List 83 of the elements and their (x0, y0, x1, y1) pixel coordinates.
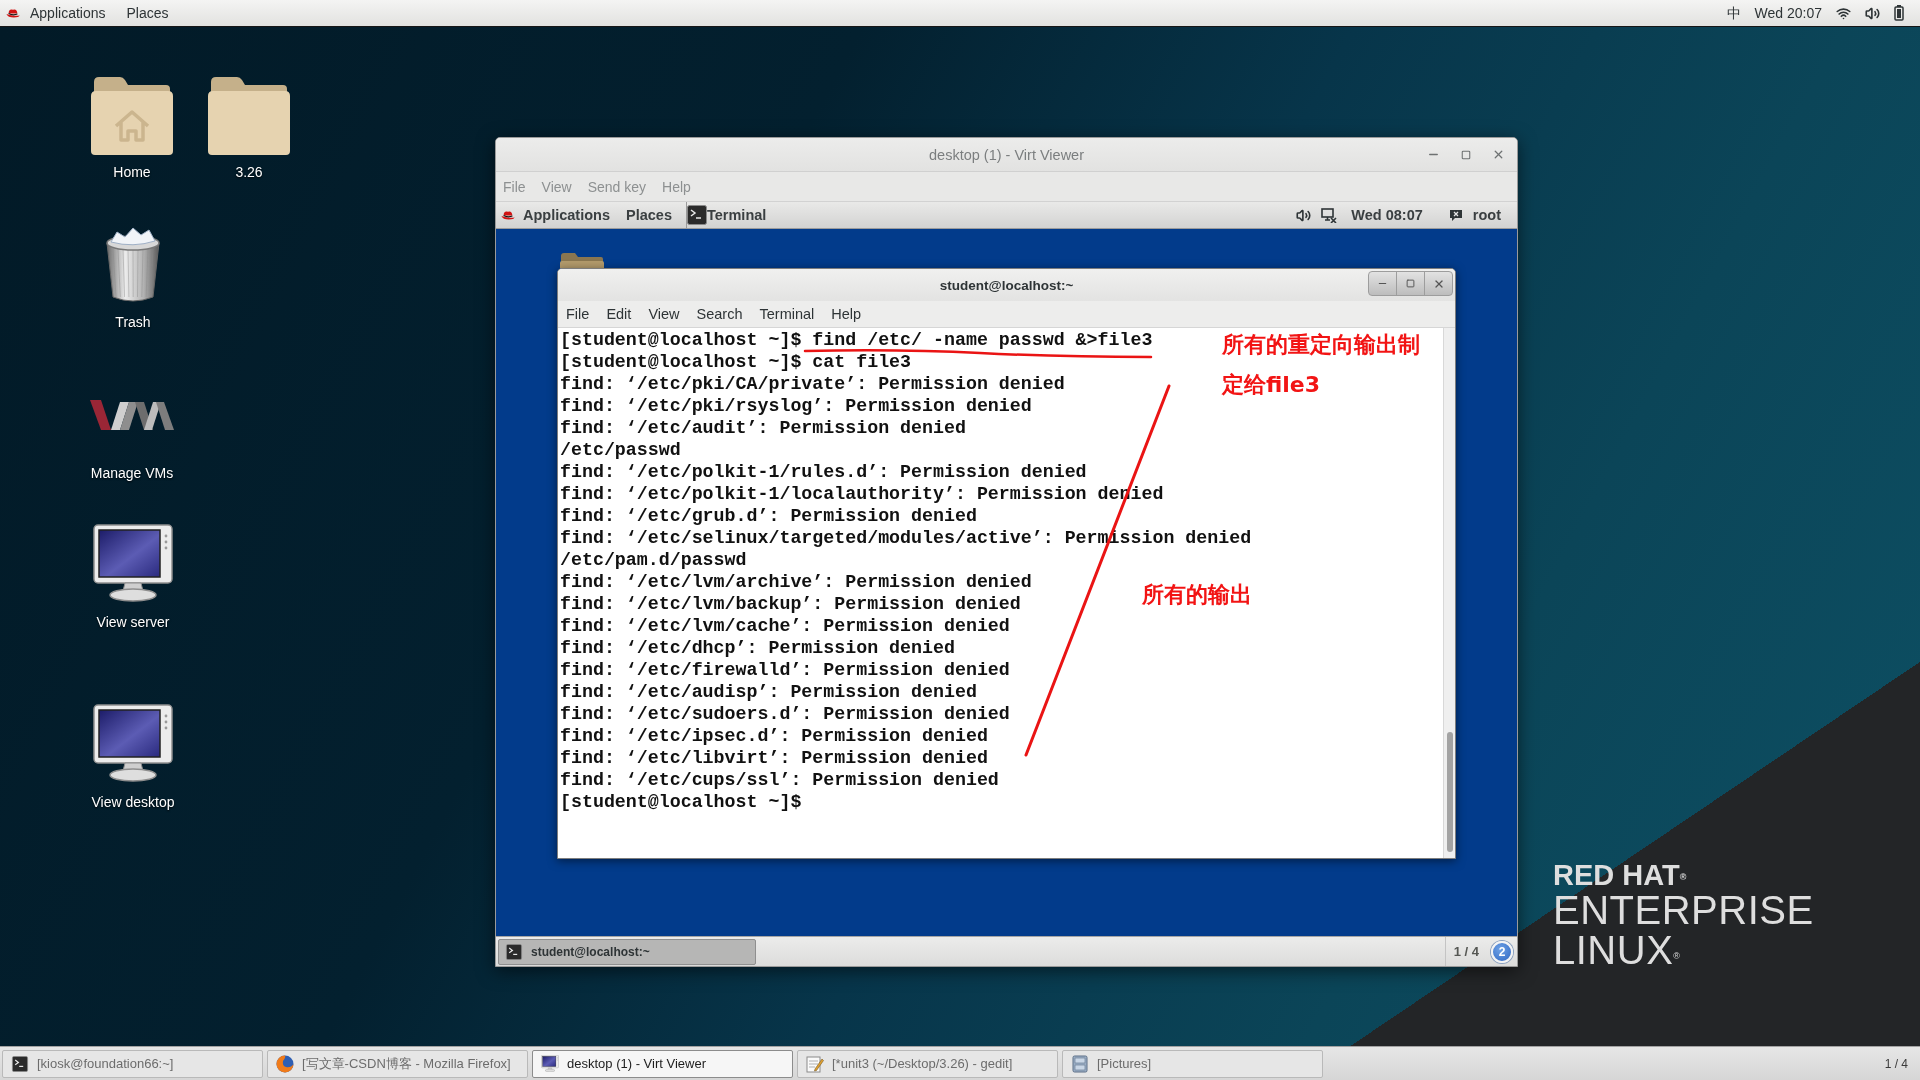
menu-item[interactable]: Terminal (759, 306, 815, 322)
taskbar-item[interactable]: [写文章-CSDN博客 - Mozilla Firefox] (267, 1049, 528, 1078)
network-icon[interactable] (1321, 207, 1338, 223)
top-menu[interactable]: Places (126, 4, 169, 22)
window-title: desktop (1) - Virt Viewer (929, 146, 1084, 163)
desktop-icon-label[interactable]: View desktop (91, 794, 175, 811)
desktop-icon-label[interactable]: Manage VMs (90, 465, 174, 482)
terminal-line: find: ‘/etc/cups/ssl’: Permission denied (560, 769, 999, 791)
top-menu[interactable]: Applications (30, 4, 106, 22)
clock[interactable]: Wed 08:07 (1351, 207, 1423, 223)
trash-icon[interactable] (103, 227, 163, 305)
maximize-icon (1406, 279, 1415, 288)
menu-item[interactable]: View (648, 306, 680, 322)
taskbar-item[interactable]: [Pictures] (1062, 1049, 1323, 1078)
terminal-line: find: ‘/etc/sudoers.d’: Permission denied (560, 703, 1010, 725)
terminal-icon (505, 943, 523, 960)
logo-text: ENTERPRISE (1553, 890, 1814, 930)
desktop-icon-label[interactable]: Home (113, 164, 151, 181)
terminal-line: find: ‘/etc/polkit-1/rules.d’: Permission denied (560, 461, 1087, 483)
terminal-line: find: ‘/etc/pki/rsyslog’: Permission denied (560, 395, 1032, 417)
workspace-indicator[interactable]: 1 / 4 (1444, 936, 1491, 966)
terminal-line: find: ‘/etc/ipsec.d’: Permission denied (560, 725, 988, 747)
desktop-icon-label[interactable]: View server (96, 614, 170, 631)
monitor-icon (541, 1055, 559, 1072)
menu-item[interactable]: File (566, 306, 590, 322)
terminal-line: /etc/pam.d/passwd (560, 549, 747, 571)
workspace-indicator[interactable]: 1 / 4 (1884, 1056, 1918, 1071)
terminal-line: find: ‘/etc/lvm/archive’: Permission denied (560, 571, 1032, 593)
speech-bubble-icon[interactable] (1448, 208, 1463, 222)
menu-item[interactable]: Edit (606, 306, 632, 322)
terminal-line: find: ‘/etc/lvm/cache’: Permission denied (560, 615, 1010, 637)
annotation-text: 所有的输出 (1142, 582, 1252, 608)
scrollbar[interactable] (1443, 328, 1455, 858)
app-menu[interactable]: Terminal (686, 201, 773, 229)
globe-icon (276, 1054, 294, 1073)
terminal-line: find: ‘/etc/libvirt’: Permission denied (560, 747, 988, 769)
wifi-icon[interactable] (1836, 5, 1851, 21)
terminal-icon (11, 1055, 29, 1072)
speaker-icon[interactable] (1296, 207, 1312, 223)
annotation-text: 定给file3 (1222, 372, 1321, 398)
desktop-icon-label[interactable]: 3.26 (235, 164, 263, 181)
task-button[interactable]: student@localhost:~ (498, 938, 756, 965)
desktop-icon-label[interactable]: Trash (115, 314, 151, 331)
panel-menu[interactable]: Applications (523, 207, 610, 223)
annotation-text: 所有的重定向输出制 (1222, 332, 1420, 358)
menu-item[interactable]: Help (831, 306, 862, 322)
speaker-icon[interactable] (1865, 5, 1880, 21)
terminal-line: [student@localhost ~]$ cat file3 (560, 351, 912, 373)
maximize-button[interactable] (1396, 271, 1425, 296)
menu-item[interactable]: Search (696, 306, 743, 322)
home-folder-icon[interactable] (90, 76, 174, 156)
drawer-icon (1071, 1054, 1089, 1073)
notepad-icon (806, 1054, 824, 1073)
panel-menu[interactable]: Places (626, 207, 672, 223)
monitor-icon[interactable] (93, 524, 173, 602)
vm-logo-icon[interactable] (90, 398, 174, 432)
terminal-line: find: ‘/etc/audisp’: Permission denied (560, 681, 977, 703)
window-title: student@localhost:~ (939, 277, 1074, 293)
terminal-line: find: ‘/etc/dhcp’: Permission denied (560, 637, 955, 659)
terminal-line: find: ‘/etc/audit’: Permission denied (560, 417, 966, 439)
taskbar-item[interactable]: desktop (1) - Virt Viewer (532, 1049, 793, 1078)
close-icon[interactable] (1492, 148, 1505, 161)
logo-text: RED HAT$^{®}$ (1553, 860, 1688, 890)
terminal-line: find: ‘/etc/firewalld’: Permission denied (560, 659, 1010, 681)
terminal-line: find: ‘/etc/pki/CA/private’: Permission denied (560, 373, 1065, 395)
input-method-indicator[interactable]: 中 (1726, 4, 1741, 22)
terminal-line: find: ‘/etc/lvm/backup’: Permission denied (560, 593, 1021, 615)
hat-logo-icon[interactable] (6, 7, 20, 19)
hat-logo-icon[interactable] (501, 209, 515, 221)
terminal-line: /etc/passwd (560, 439, 681, 461)
user-name[interactable]: root (1472, 207, 1501, 223)
terminal-icon (687, 205, 707, 225)
monitor-icon[interactable] (93, 704, 173, 782)
scrollbar-thumb[interactable] (1446, 732, 1453, 852)
terminal-line: find: ‘/etc/grub.d’: Permission denied (560, 505, 977, 527)
terminal-line: [student@localhost ~]$ (560, 791, 802, 813)
taskbar-item[interactable]: [*unit3 (~/Desktop/3.26) - gedit] (797, 1049, 1058, 1078)
terminal-line: [student@localhost ~]$ find /etc/ -name passwd &>file3 (560, 329, 1153, 351)
taskbar-item[interactable]: [kiosk@foundation66:~] (2, 1049, 263, 1078)
clock[interactable]: Wed 20:07 (1754, 4, 1822, 22)
maximize-icon[interactable] (1461, 149, 1471, 160)
battery-icon[interactable] (1894, 5, 1904, 21)
folder-icon[interactable] (207, 76, 291, 156)
